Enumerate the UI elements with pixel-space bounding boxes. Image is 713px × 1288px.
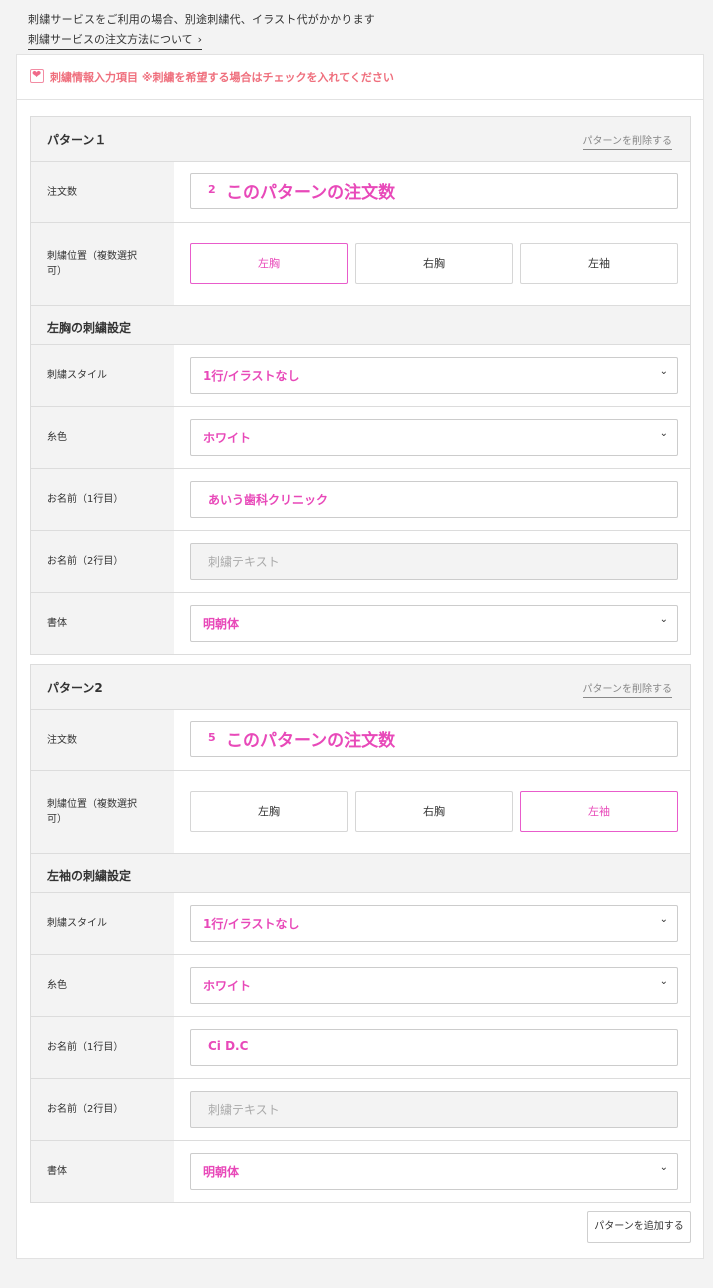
position-label: 刺繍位置（複数選択可） [31,771,174,853]
name1-value: あいう歯科クリニック [208,493,329,507]
name1-label: お名前（1行目） [31,1017,174,1078]
name1-label: お名前（1行目） [31,469,174,530]
settings-title: 左袖の刺繍設定 [47,869,132,883]
delete-pattern-button[interactable]: パターンを削除する [582,132,672,150]
style-select[interactable]: 1行/イラストなし ⌄ [190,905,678,942]
quantity-value: 2 [208,183,216,196]
thread-color-row: 糸色 ホワイト ⌄ [31,407,690,469]
name2-placeholder: 刺繍テキスト [208,1103,280,1117]
name1-row: お名前（1行目） Ci D.C [31,1017,690,1079]
position-left-sleeve-button[interactable]: 左袖 [520,791,678,832]
name2-row: お名前（2行目） 刺繍テキスト [31,1079,690,1141]
thread-color-select[interactable]: ホワイト ⌄ [190,967,678,1004]
pattern-2: パターン2 パターンを削除する 注文数 5 このパターンの注文数 刺繍位置（複数… [30,664,691,1203]
style-value: 1行/イラストなし [203,917,300,931]
chevron-down-icon: ⌄ [659,614,668,625]
name2-label: お名前（2行目） [31,1079,174,1140]
thread-color-row: 糸色 ホワイト ⌄ [31,955,690,1017]
order-method-link[interactable]: 刺繍サービスの注文方法について › [28,31,203,50]
embroidery-form: ❤ 刺繍情報入力項目 ※刺繍を希望する場合はチェックを入れてください パターン１… [16,54,704,1259]
thread-color-label: 糸色 [31,955,174,1016]
chevron-down-icon: ⌄ [659,366,668,377]
quantity-input[interactable]: 5 このパターンの注文数 [190,721,678,757]
name1-row: お名前（1行目） あいう歯科クリニック [31,469,690,531]
quantity-input[interactable]: 2 このパターンの注文数 [190,173,678,209]
font-label: 書体 [31,593,174,654]
name2-input[interactable]: 刺繍テキスト [190,543,678,580]
font-label: 書体 [31,1141,174,1202]
quantity-label: 注文数 [31,162,174,222]
quantity-value: 5 [208,731,216,744]
style-row: 刺繍スタイル 1行/イラストなし ⌄ [31,893,690,955]
embroidery-checkbox-label[interactable]: 刺繍情報入力項目 ※刺繍を希望する場合はチェックを入れてください [50,69,394,85]
chevron-down-icon: ⌄ [659,976,668,987]
thread-color-value: ホワイト [203,979,252,993]
font-value: 明朝体 [203,1165,240,1179]
font-row: 書体 明朝体 ⌄ [31,1141,690,1202]
position-row: 刺繍位置（複数選択可） 左胸 右胸 左袖 [31,223,690,306]
pattern-title: パターン１ [47,133,107,147]
quantity-row: 注文数 2 このパターンの注文数 [31,162,690,223]
thread-color-select[interactable]: ホワイト ⌄ [190,419,678,456]
style-value: 1行/イラストなし [203,369,300,383]
thread-color-value: ホワイト [203,431,252,445]
settings-title: 左胸の刺繍設定 [47,321,132,335]
position-right-chest-button[interactable]: 右胸 [355,791,513,832]
name1-value: Ci D.C [208,1039,249,1053]
name1-input[interactable]: Ci D.C [190,1029,678,1066]
position-label: 刺繍位置（複数選択可） [31,223,174,305]
position-left-chest-button[interactable]: 左胸 [190,243,348,284]
pattern-1: パターン１ パターンを削除する 注文数 2 このパターンの注文数 刺繍位置（複数… [30,116,691,655]
heart-check-icon: ❤ [32,68,42,81]
style-label: 刺繍スタイル [31,345,174,406]
pattern-header: パターン１ パターンを削除する [31,117,690,162]
name1-input[interactable]: あいう歯科クリニック [190,481,678,518]
name2-placeholder: 刺繍テキスト [208,555,280,569]
font-row: 書体 明朝体 ⌄ [31,593,690,654]
order-method-link-label: 刺繍サービスの注文方法について [28,33,193,46]
font-select[interactable]: 明朝体 ⌄ [190,605,678,642]
thread-color-label: 糸色 [31,407,174,468]
chevron-down-icon: ⌄ [659,428,668,439]
add-pattern-button[interactable]: パターンを追加する [587,1211,691,1243]
style-label: 刺繍スタイル [31,893,174,954]
position-left-chest-button[interactable]: 左胸 [190,791,348,832]
chevron-down-icon: ⌄ [659,1162,668,1173]
name2-row: お名前（2行目） 刺繍テキスト [31,531,690,593]
font-value: 明朝体 [203,617,240,631]
delete-pattern-button[interactable]: パターンを削除する [582,680,672,698]
style-row: 刺繍スタイル 1行/イラストなし ⌄ [31,345,690,407]
chevron-right-icon: › [197,33,203,46]
font-select[interactable]: 明朝体 ⌄ [190,1153,678,1190]
settings-header: 左袖の刺繍設定 [31,854,690,893]
quantity-placeholder: このパターンの注文数 [226,183,396,203]
quantity-placeholder: このパターンの注文数 [226,731,396,751]
embroidery-checkbox-row: ❤ 刺繍情報入力項目 ※刺繍を希望する場合はチェックを入れてください [17,55,703,100]
style-select[interactable]: 1行/イラストなし ⌄ [190,357,678,394]
embroidery-notice: 刺繍サービスをご利用の場合、別途刺繍代、イラスト代がかかります [28,13,375,26]
position-row: 刺繍位置（複数選択可） 左胸 右胸 左袖 [31,771,690,854]
name2-input[interactable]: 刺繍テキスト [190,1091,678,1128]
position-left-sleeve-button[interactable]: 左袖 [520,243,678,284]
name2-label: お名前（2行目） [31,531,174,592]
embroidery-checkbox[interactable]: ❤ [30,68,44,83]
quantity-row: 注文数 5 このパターンの注文数 [31,710,690,771]
chevron-down-icon: ⌄ [659,914,668,925]
pattern-title: パターン2 [47,681,103,695]
pattern-header: パターン2 パターンを削除する [31,665,690,710]
settings-header: 左胸の刺繍設定 [31,306,690,345]
position-right-chest-button[interactable]: 右胸 [355,243,513,284]
quantity-label: 注文数 [31,710,174,770]
